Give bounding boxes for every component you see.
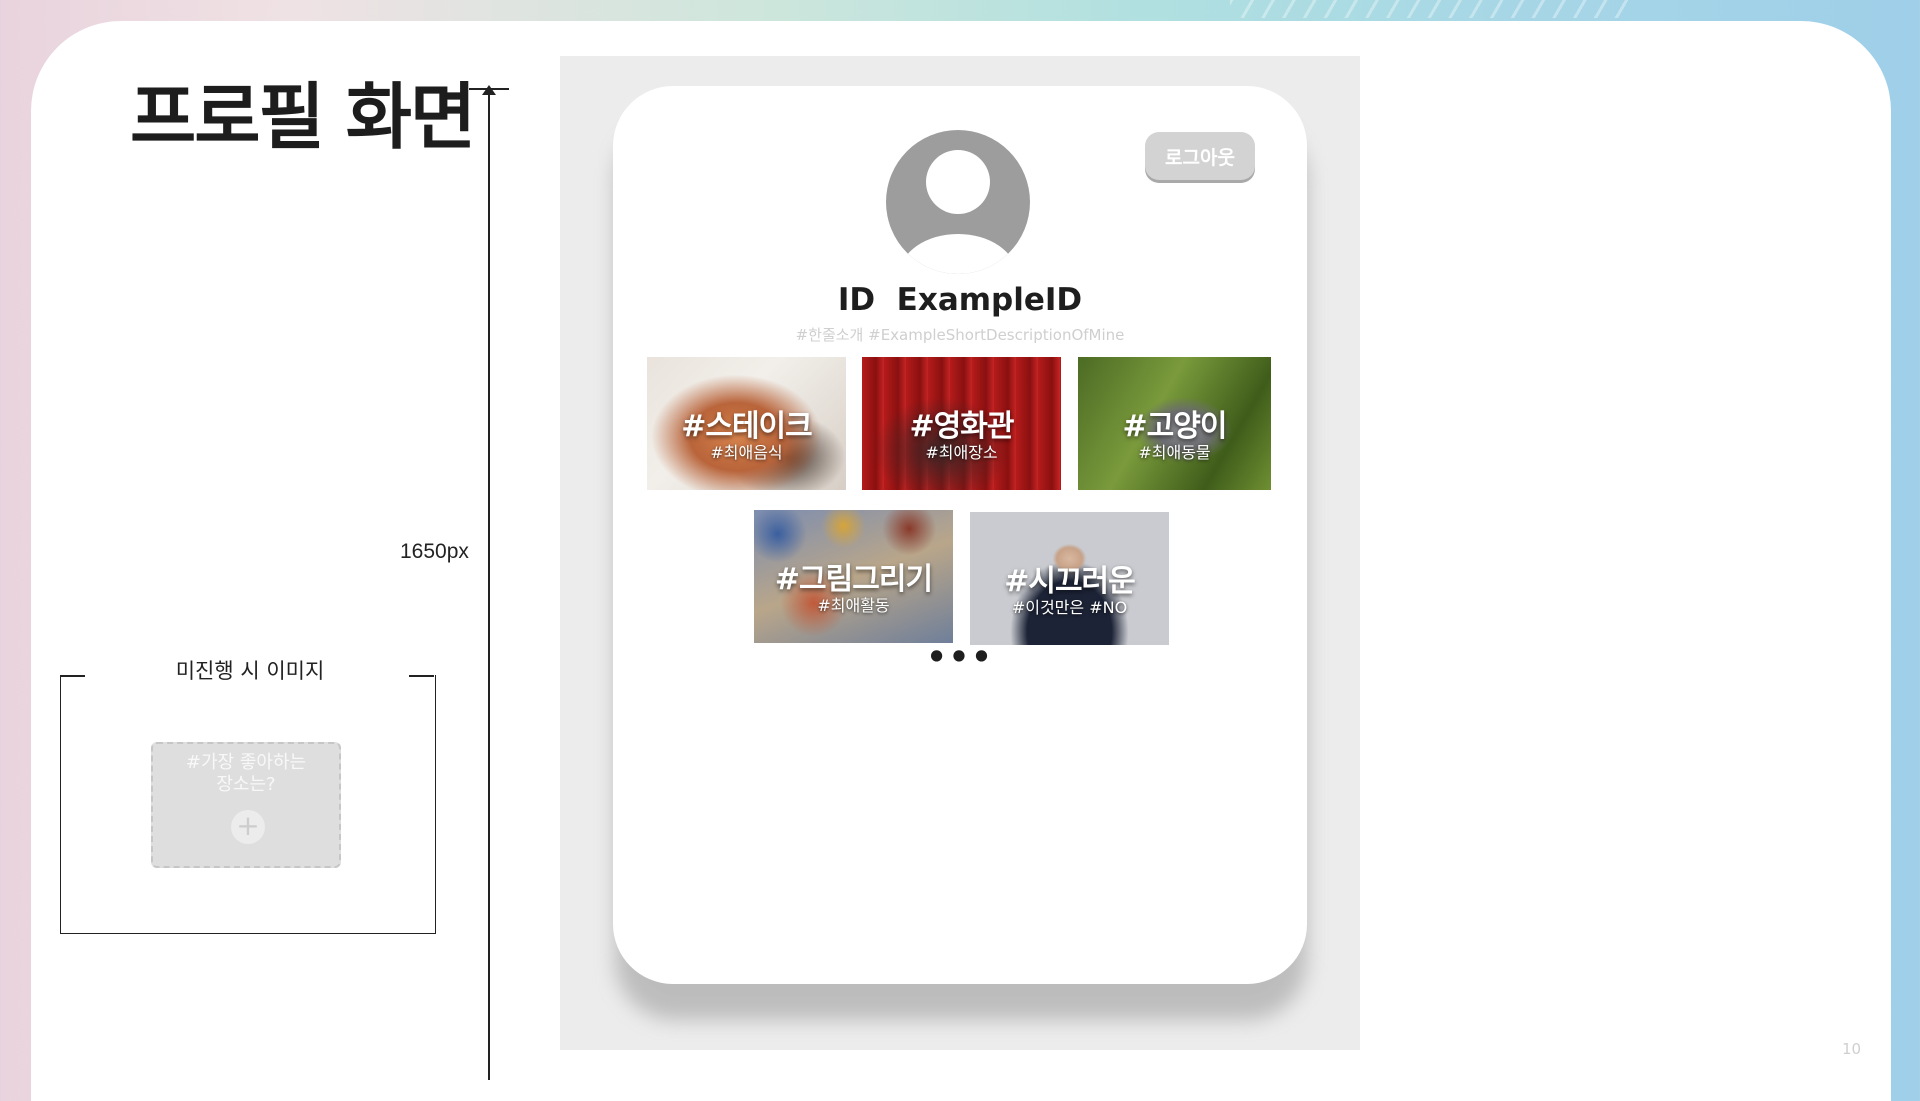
- avatar-head: [926, 150, 990, 214]
- favorite-tile-activity[interactable]: #그림그리기 #최애활동: [754, 510, 953, 643]
- user-avatar-icon[interactable]: [886, 130, 1030, 274]
- tile-sub: #최애장소: [925, 443, 998, 462]
- user-id: ID ExampleID: [837, 282, 1083, 318]
- dimension-label: 1650px: [400, 540, 469, 563]
- favorite-tile-dislike[interactable]: #시끄러운 #이것만은 #NO: [970, 512, 1169, 645]
- page-title: 프로필 화면: [130, 75, 476, 159]
- user-description: #한줄소개 #ExampleShortDescriptionOfMine: [795, 326, 1125, 344]
- logout-button[interactable]: 로그아웃: [1145, 132, 1255, 180]
- more-icon[interactable]: •••: [613, 638, 1307, 676]
- tile-sub: #최애동물: [1138, 443, 1211, 462]
- profile-screen: 로그아웃 ID ExampleID #한줄소개 #ExampleShortDes…: [613, 86, 1307, 984]
- tile-sub: #최애활동: [817, 596, 890, 615]
- page-number: 10: [1842, 1040, 1862, 1058]
- header-decoration: [1230, 0, 1630, 18]
- favorite-tile-place[interactable]: #영화관 #최애장소: [862, 357, 1061, 490]
- tile-sub: #이것만은 #NO: [1011, 598, 1128, 617]
- empty-favorite-card[interactable]: #가장 좋아하는 장소는? +: [151, 742, 341, 868]
- favorite-tile-food[interactable]: #스테이크 #최애음식: [647, 357, 846, 490]
- avatar-body: [900, 234, 1016, 274]
- favorite-tile-animal[interactable]: #고양이 #최애동물: [1078, 357, 1271, 490]
- tile-sub: #최애음식: [710, 443, 783, 462]
- dimension-arrow-icon: [482, 85, 496, 95]
- empty-card-text-line2: 장소는?: [216, 774, 276, 795]
- dimension-line: [488, 88, 490, 1080]
- empty-card-text-line1: #가장 좋아하는: [185, 752, 307, 773]
- plus-icon[interactable]: +: [231, 810, 265, 844]
